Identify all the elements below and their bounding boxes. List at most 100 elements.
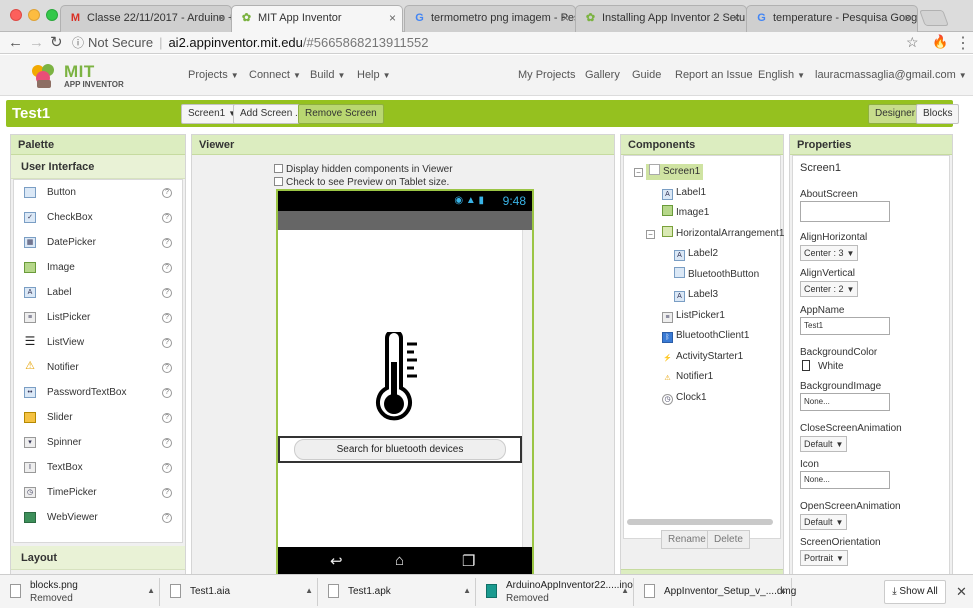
- palette-item-slider[interactable]: Slider?: [14, 405, 182, 430]
- bookmark-star-icon[interactable]: ☆: [906, 34, 919, 51]
- palette-item-label[interactable]: A Label?: [14, 280, 182, 305]
- close-icon[interactable]: ×: [218, 11, 225, 25]
- caret-up-icon[interactable]: ▲: [305, 586, 313, 595]
- tree-node-label1[interactable]: A Label1: [662, 185, 706, 201]
- remove-screen-button[interactable]: Remove Screen: [298, 104, 384, 124]
- reload-icon[interactable]: ↻: [50, 34, 63, 52]
- link-guide[interactable]: Guide: [632, 69, 661, 81]
- menu-connect[interactable]: Connect ▼: [249, 69, 301, 81]
- background-color-picker[interactable]: White: [802, 360, 844, 372]
- forward-icon[interactable]: →: [29, 34, 44, 52]
- help-icon[interactable]: ?: [162, 488, 172, 498]
- caret-up-icon[interactable]: ▲: [779, 586, 787, 595]
- palette-item-image[interactable]: Image?: [14, 255, 182, 280]
- appname-input[interactable]: Test1: [800, 317, 890, 335]
- tree-node-notifier1[interactable]: ⚠ Notifier1: [662, 369, 713, 385]
- menu-projects[interactable]: Projects ▼: [188, 69, 239, 81]
- screen-scrollbar[interactable]: [522, 230, 532, 547]
- help-icon[interactable]: ?: [162, 463, 172, 473]
- extension-flame-icon[interactable]: 🔥: [932, 34, 948, 50]
- help-icon[interactable]: ?: [162, 338, 172, 348]
- checkbox[interactable]: [274, 164, 283, 173]
- palette-item-spinner[interactable]: ▾ Spinner?: [14, 430, 182, 455]
- menu-help[interactable]: Help ▼: [357, 69, 391, 81]
- checkbox[interactable]: [274, 177, 283, 186]
- help-icon[interactable]: ?: [162, 413, 172, 423]
- caret-up-icon[interactable]: ▲: [147, 586, 155, 595]
- account-menu[interactable]: lauracmassaglia@gmail.com ▼: [815, 69, 967, 81]
- close-icon[interactable]: ×: [562, 11, 569, 25]
- tree-node-activitystarter1[interactable]: ⚡ ActivityStarter1: [662, 349, 743, 365]
- palette-item-notifier[interactable]: ⚠ Notifier?: [14, 355, 182, 380]
- palette-item-passwordtextbox[interactable]: •• PasswordTextBox?: [14, 380, 182, 405]
- tree-node-bluetoothbutton[interactable]: BluetoothButton: [674, 267, 759, 283]
- help-icon[interactable]: ?: [162, 438, 172, 448]
- mit-app-inventor-logo[interactable]: MIT APP INVENTOR: [28, 60, 128, 92]
- close-icon[interactable]: ×: [733, 11, 740, 25]
- tree-node-screen1[interactable]: Screen1: [646, 164, 704, 180]
- designer-button[interactable]: Designer: [868, 104, 923, 124]
- collapse-toggle[interactable]: −: [634, 168, 643, 177]
- android-back-icon[interactable]: ↩: [330, 552, 343, 570]
- show-all-downloads-button[interactable]: ⤓ Show All: [884, 580, 946, 604]
- palette-section-layout[interactable]: Layout: [11, 546, 185, 570]
- browser-menu-icon[interactable]: ⋮: [955, 33, 971, 53]
- help-icon[interactable]: ?: [162, 238, 172, 248]
- close-icon[interactable]: ×: [389, 11, 396, 25]
- tree-node-horizontalarrangement1[interactable]: HorizontalArrangement1: [662, 226, 784, 242]
- tree-node-bluetoothclient1[interactable]: ᛒ BluetoothClient1: [662, 328, 749, 344]
- help-icon[interactable]: ?: [162, 388, 172, 398]
- tree-node-label2[interactable]: A Label2: [674, 246, 718, 262]
- align-horizontal-select[interactable]: Center : 3 ▼: [800, 245, 859, 261]
- palette-item-listpicker[interactable]: ≡ ListPicker?: [14, 305, 182, 330]
- link-my-projects[interactable]: My Projects: [518, 69, 575, 81]
- tree-node-image1[interactable]: Image1: [662, 205, 709, 221]
- palette-item-textbox[interactable]: I TextBox?: [14, 455, 182, 480]
- icon-input[interactable]: None...: [800, 471, 890, 489]
- blocks-button[interactable]: Blocks: [916, 104, 960, 124]
- screen-orientation-select[interactable]: Portrait ▼: [800, 550, 848, 566]
- close-window-button[interactable]: [10, 9, 22, 21]
- hidden-components-checkbox[interactable]: Display hidden components in Viewer: [274, 164, 453, 175]
- tree-horizontal-scrollbar[interactable]: [627, 519, 773, 525]
- android-recents-icon[interactable]: ❐: [462, 552, 475, 570]
- thermometer-icon[interactable]: [370, 332, 430, 424]
- palette-item-webviewer[interactable]: WebViewer?: [14, 505, 182, 530]
- caret-up-icon[interactable]: ▲: [463, 586, 471, 595]
- screen-title-bar[interactable]: [278, 211, 532, 230]
- align-vertical-select[interactable]: Center : 2 ▼: [800, 281, 859, 297]
- back-icon[interactable]: ←: [8, 34, 23, 52]
- help-icon[interactable]: ?: [162, 288, 172, 298]
- palette-item-checkbox[interactable]: ✓ CheckBox?: [14, 205, 182, 230]
- help-icon[interactable]: ?: [162, 363, 172, 373]
- language-menu[interactable]: English ▼: [758, 69, 805, 81]
- link-report-issue[interactable]: Report an Issue: [675, 69, 753, 81]
- download-item[interactable]: ArduinoAppInventor22.....ino Removed ▲: [478, 578, 634, 606]
- tablet-preview-checkbox[interactable]: Check to see Preview on Tablet size.: [274, 177, 449, 188]
- browser-tab[interactable]: G termometro png imagem - Pes ×: [404, 5, 576, 32]
- palette-item-listview[interactable]: ☰ ListView?: [14, 330, 182, 355]
- screen-canvas[interactable]: Search for bluetooth devices: [278, 230, 532, 547]
- collapse-toggle[interactable]: −: [646, 230, 655, 239]
- download-item[interactable]: Test1.aia ▲: [162, 578, 318, 606]
- about-screen-textarea[interactable]: [800, 201, 890, 222]
- close-icon[interactable]: ✕: [956, 584, 967, 600]
- tree-node-clock1[interactable]: ◷ Clock1: [662, 390, 707, 406]
- info-icon[interactable]: ⓘ: [72, 36, 84, 50]
- close-icon[interactable]: ×: [904, 11, 911, 25]
- link-gallery[interactable]: Gallery: [585, 69, 620, 81]
- bluetooth-search-button[interactable]: Search for bluetooth devices: [294, 439, 506, 460]
- browser-tab[interactable]: G temperature - Pesquisa Googl ×: [746, 5, 918, 32]
- help-icon[interactable]: ?: [162, 263, 172, 273]
- download-item[interactable]: blocks.png Removed ▲: [2, 578, 160, 606]
- download-item[interactable]: AppInventor_Setup_v_....dmg ▲: [636, 578, 796, 606]
- caret-up-icon[interactable]: ▲: [621, 586, 629, 595]
- rename-button[interactable]: Rename: [661, 530, 713, 549]
- horizontal-arrangement[interactable]: Search for bluetooth devices: [278, 436, 522, 463]
- help-icon[interactable]: ?: [162, 513, 172, 523]
- minimize-window-button[interactable]: [28, 9, 40, 21]
- palette-item-button[interactable]: Button?: [14, 180, 182, 205]
- address-bar[interactable]: ⓘ Not Secure | ai2.appinventor.mit.edu/#566…: [72, 33, 924, 53]
- palette-section-user-interface[interactable]: User Interface: [11, 155, 185, 179]
- new-tab-button[interactable]: [919, 10, 949, 26]
